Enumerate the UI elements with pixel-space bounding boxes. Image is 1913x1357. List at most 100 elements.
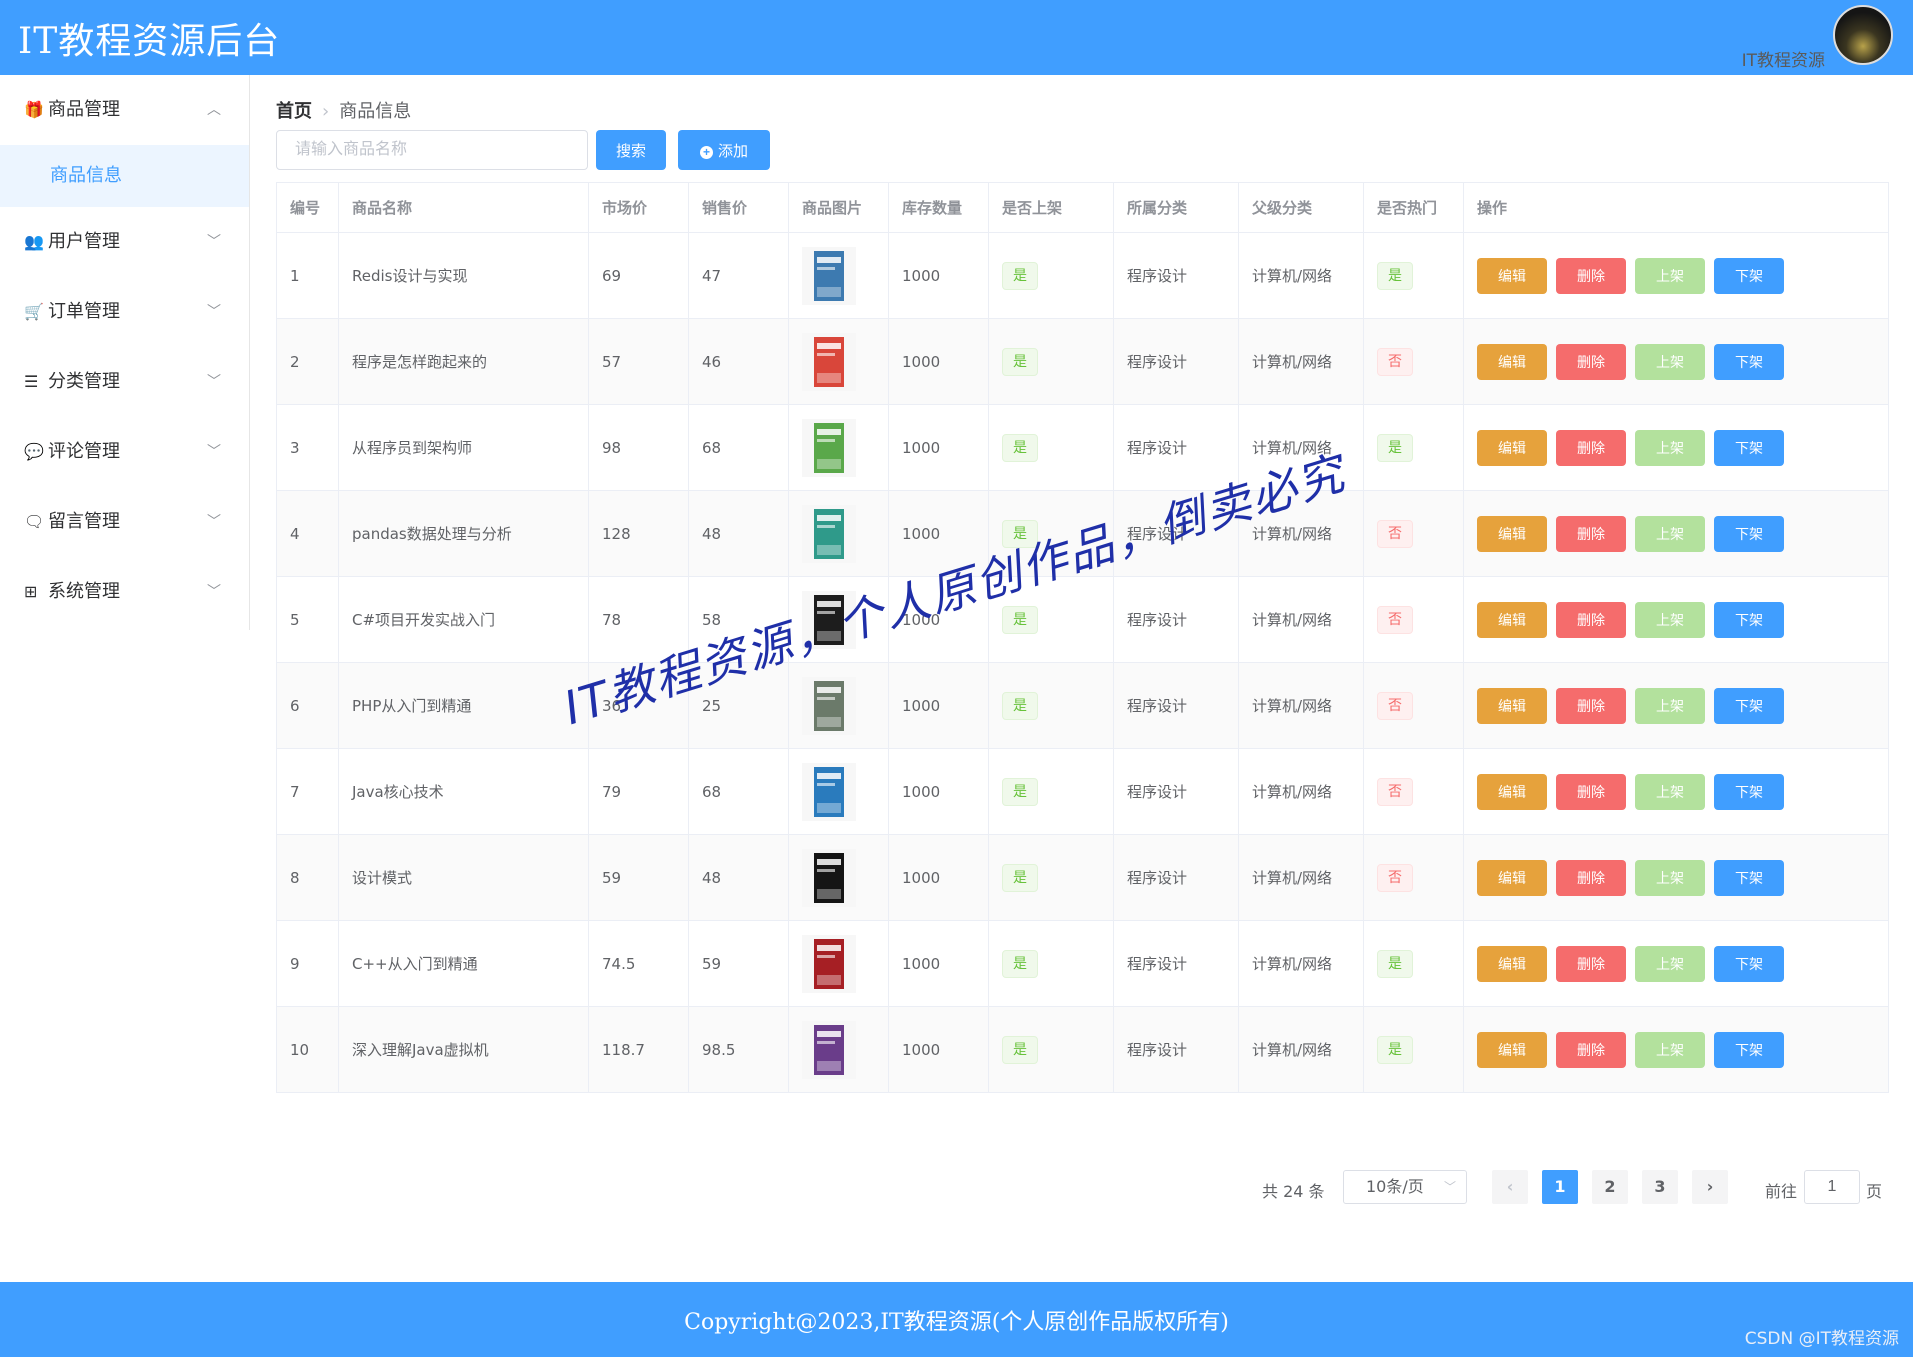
search-button[interactable]: 搜索 (596, 130, 666, 170)
sidebar-menu-3[interactable]: ☰ 分类管理 ﹀ (0, 347, 249, 417)
delete-button[interactable]: 删除 (1556, 1031, 1626, 1068)
cell-actions: 编辑 删除 上架 下架 (1463, 834, 1889, 921)
edit-button[interactable]: 编辑 (1477, 601, 1547, 638)
list-up-button[interactable]: 上架 (1635, 687, 1705, 724)
edit-button[interactable]: 编辑 (1477, 515, 1547, 552)
delete-button[interactable]: 删除 (1556, 343, 1626, 380)
cell-market-price: 57 (588, 318, 689, 405)
edit-button[interactable]: 编辑 (1477, 859, 1547, 896)
cell-actions: 编辑 删除 上架 下架 (1463, 748, 1889, 835)
list-up-button[interactable]: 上架 (1635, 601, 1705, 638)
cell-image (788, 318, 889, 405)
on-sale-tag: 是 (1002, 433, 1038, 462)
list-up-button[interactable]: 上架 (1635, 1031, 1705, 1068)
list-down-button[interactable]: 下架 (1714, 515, 1784, 552)
edit-button[interactable]: 编辑 (1477, 257, 1547, 294)
on-sale-cell: 是 (988, 662, 1114, 749)
sidebar-menu-6[interactable]: ⊞ 系统管理 ﹀ (0, 557, 249, 627)
cell-market-price: 69 (588, 232, 689, 319)
gift-icon: 🎁 (24, 100, 44, 119)
sidebar-menu-2[interactable]: 🛒 订单管理 ﹀ (0, 277, 249, 347)
delete-button[interactable]: 删除 (1556, 945, 1626, 982)
sidebar-menu-5[interactable]: 🗨 留言管理 ﹀ (0, 487, 249, 557)
list-up-button[interactable]: 上架 (1635, 429, 1705, 466)
cell-product-name: C++从入门到精通 (338, 920, 589, 1007)
breadcrumb: 首页 › 商品信息 (276, 97, 411, 123)
list-up-button[interactable]: 上架 (1635, 773, 1705, 810)
cell-sale-price: 98.5 (688, 1006, 789, 1093)
on-sale-tag: 是 (1002, 261, 1038, 290)
cell-image (788, 404, 889, 491)
table-header-row: 编号 商品名称 市场价 销售价 商品图片 库存数量 是否上架 所属分类 父级分类 是否热门 操作 (276, 182, 1889, 233)
delete-button[interactable]: 删除 (1556, 429, 1626, 466)
delete-button[interactable]: 删除 (1556, 687, 1626, 724)
delete-button[interactable]: 删除 (1556, 601, 1626, 638)
cell-category: 程序设计 (1113, 576, 1239, 663)
edit-button[interactable]: 编辑 (1477, 1031, 1547, 1068)
message-icon: 🗨 (24, 512, 45, 531)
cell-market-price: 79 (588, 748, 689, 835)
page-2-button[interactable]: 2 (1592, 1170, 1628, 1204)
next-page-button[interactable]: › (1692, 1170, 1728, 1204)
list-down-button[interactable]: 下架 (1714, 257, 1784, 294)
goto-page-input[interactable] (1804, 1170, 1860, 1204)
list-up-button[interactable]: 上架 (1635, 515, 1705, 552)
page-1-button[interactable]: 1 (1542, 1170, 1578, 1204)
edit-button[interactable]: 编辑 (1477, 343, 1547, 380)
hot-tag: 是 (1377, 433, 1413, 462)
cell-sale-price: 46 (688, 318, 789, 405)
edit-button[interactable]: 编辑 (1477, 687, 1547, 724)
cell-stock: 1000 (888, 920, 989, 1007)
list-down-button[interactable]: 下架 (1714, 859, 1784, 896)
sidebar-subitem-product-info[interactable]: 商品信息 (0, 145, 249, 207)
sidebar-menu-label: 分类管理 (48, 371, 120, 392)
cell-stock: 1000 (888, 748, 989, 835)
sidebar-menu-4[interactable]: 💬 评论管理 ﹀ (0, 417, 249, 487)
book-cover-image (802, 332, 856, 391)
list-up-button[interactable]: 上架 (1635, 945, 1705, 982)
list-up-button[interactable]: 上架 (1635, 343, 1705, 380)
list-up-button[interactable]: 上架 (1635, 859, 1705, 896)
sidebar-menu-1[interactable]: 👥 用户管理 ﹀ (0, 207, 249, 277)
list-down-button[interactable]: 下架 (1714, 687, 1784, 724)
delete-button[interactable]: 删除 (1556, 515, 1626, 552)
list-down-button[interactable]: 下架 (1714, 601, 1784, 638)
on-sale-cell: 是 (988, 232, 1114, 319)
sidebar-menu-label: 订单管理 (48, 301, 120, 322)
add-button[interactable]: + 添加 (678, 130, 770, 170)
column-header: 操作 (1463, 182, 1889, 233)
page-3-button[interactable]: 3 (1642, 1170, 1678, 1204)
prev-page-button[interactable]: ‹ (1492, 1170, 1528, 1204)
list-down-button[interactable]: 下架 (1714, 429, 1784, 466)
cell-id: 9 (276, 920, 339, 1007)
comment-icon: 💬 (24, 442, 44, 461)
cell-product-name: 程序是怎样跑起来的 (338, 318, 589, 405)
list-down-button[interactable]: 下架 (1714, 773, 1784, 810)
delete-button[interactable]: 删除 (1556, 773, 1626, 810)
delete-button[interactable]: 删除 (1556, 257, 1626, 294)
edit-button[interactable]: 编辑 (1477, 429, 1547, 466)
search-input[interactable] (276, 130, 588, 170)
list-up-button[interactable]: 上架 (1635, 257, 1705, 294)
list-down-button[interactable]: 下架 (1714, 1031, 1784, 1068)
edit-button[interactable]: 编辑 (1477, 773, 1547, 810)
cell-actions: 编辑 删除 上架 下架 (1463, 232, 1889, 319)
list-down-button[interactable]: 下架 (1714, 945, 1784, 982)
edit-button[interactable]: 编辑 (1477, 945, 1547, 982)
page-size-select[interactable]: 10条/页 ﹀ (1343, 1170, 1467, 1204)
column-header: 市场价 (588, 182, 689, 233)
on-sale-cell: 是 (988, 1006, 1114, 1093)
table-row: 6 PHP从入门到精通 36 25 1000 是程序设计 计算机/网络否编辑 删除 上架 下架 (276, 662, 1889, 749)
breadcrumb-home[interactable]: 首页 (276, 101, 312, 122)
on-sale-cell: 是 (988, 920, 1114, 1007)
delete-button[interactable]: 删除 (1556, 859, 1626, 896)
sidebar-menu-0[interactable]: 🎁 商品管理 ︿ (0, 75, 249, 145)
page-size-value: 10条/页 (1366, 1177, 1424, 1196)
user-name[interactable]: IT教程资源 (1742, 46, 1825, 71)
add-button-label: 添加 (717, 142, 748, 160)
list-down-button[interactable]: 下架 (1714, 343, 1784, 380)
user-avatar[interactable] (1833, 5, 1893, 65)
cell-product-name: 深入理解Java虚拟机 (338, 1006, 589, 1093)
cart-icon: 🛒 (24, 302, 44, 321)
sidebar-menu-label: 评论管理 (48, 441, 120, 462)
